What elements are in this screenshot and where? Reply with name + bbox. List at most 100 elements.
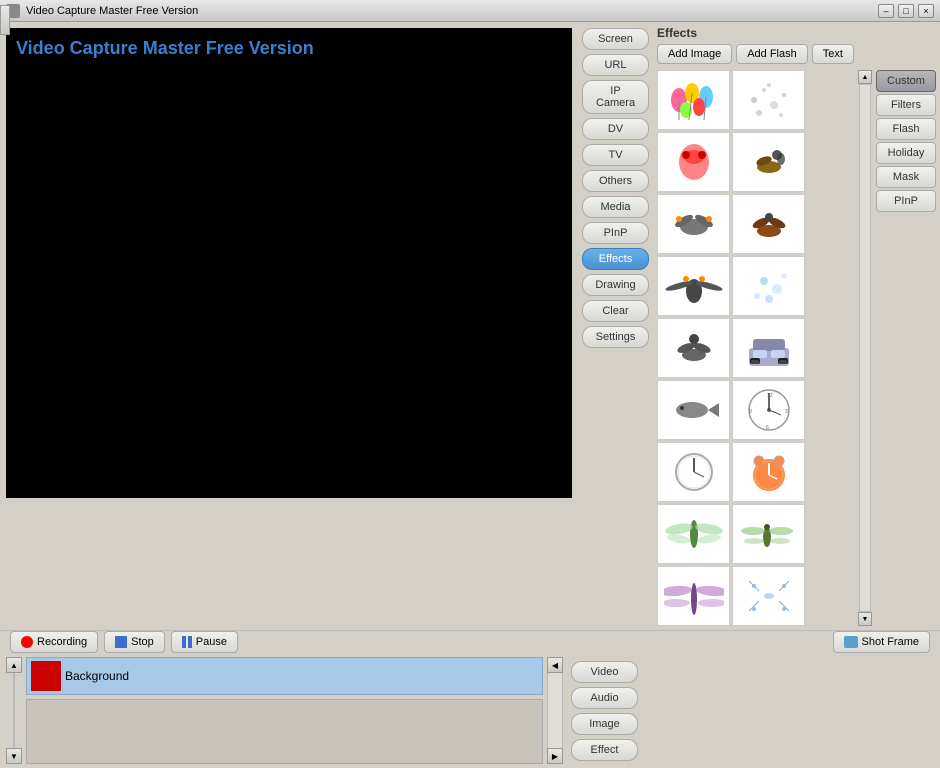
stop-label: Stop xyxy=(131,636,154,648)
thumb-cell-8-1[interactable] xyxy=(657,504,730,564)
video-overlay-title: Video Capture Master Free Version xyxy=(6,28,572,69)
timeline-area: ▲ ▼ Background ◀ ▶ xyxy=(0,653,940,768)
drawing-button[interactable]: Drawing xyxy=(582,274,649,296)
thumb-cell-5-1[interactable] xyxy=(657,318,730,378)
pause-button[interactable]: Pause xyxy=(171,631,238,653)
timeline-track-label: Background xyxy=(65,669,129,683)
effects-scrollbar[interactable]: ▲ ▼ xyxy=(858,70,872,626)
tv-button[interactable]: TV xyxy=(582,144,649,166)
pinp-button[interactable]: PInP xyxy=(582,222,649,244)
svg-text:6: 6 xyxy=(766,425,769,431)
scroll-down-arrow[interactable]: ▼ xyxy=(858,612,872,626)
timeline-track-thumb xyxy=(31,661,61,691)
effect-timeline-button[interactable]: Effect xyxy=(571,739,638,761)
stop-icon xyxy=(115,636,127,648)
custom-category-button[interactable]: Custom xyxy=(876,70,936,92)
video-preview: Video Capture Master Free Version xyxy=(6,28,572,498)
pause-icon xyxy=(182,636,192,648)
thumb-cell-2-2[interactable] xyxy=(732,132,805,192)
thumb-row-8 xyxy=(657,504,854,564)
scroll-up-arrow[interactable]: ▲ xyxy=(858,70,872,84)
ip-camera-button[interactable]: IP Camera xyxy=(582,80,649,114)
effects-button[interactable]: Effects xyxy=(582,248,649,270)
recording-button[interactable]: Recording xyxy=(10,631,98,653)
timeline-track-background[interactable]: Background xyxy=(26,657,543,695)
timeline-scroll-right-bottom[interactable]: ▶ xyxy=(547,748,563,764)
shot-frame-button[interactable]: Shot Frame xyxy=(833,631,930,653)
holiday-category-button[interactable]: Holiday xyxy=(876,142,936,164)
timeline-scroll-down[interactable]: ▼ xyxy=(6,748,22,764)
scroll-track[interactable] xyxy=(859,84,871,612)
thumb-cell-2-1[interactable] xyxy=(657,132,730,192)
mask-category-button[interactable]: Mask xyxy=(876,166,936,188)
top-section: Video Capture Master Free Version Screen… xyxy=(0,22,940,630)
window-controls: – □ × xyxy=(878,4,934,18)
thumb-cell-4-2[interactable] xyxy=(732,256,805,316)
add-image-button[interactable]: Add Image xyxy=(657,44,732,64)
timeline-scroll-track[interactable] xyxy=(13,673,15,748)
timeline-h-scroll-track[interactable] xyxy=(547,673,563,748)
thumb-row-4 xyxy=(657,256,854,316)
thumb-cell-6-1[interactable] xyxy=(657,380,730,440)
thumb-cell-9-1[interactable] xyxy=(657,566,730,626)
maximize-button[interactable]: □ xyxy=(898,4,914,18)
thumb-cell-7-1[interactable] xyxy=(657,442,730,502)
screen-button[interactable]: Screen xyxy=(582,28,649,50)
scroll-thumb[interactable] xyxy=(0,5,10,35)
app-container: Video Capture Master Free Version Screen… xyxy=(0,22,940,697)
timeline-buttons: Video Audio Image Effect xyxy=(567,657,642,764)
image-timeline-button[interactable]: Image xyxy=(571,713,638,735)
thumb-row-2 xyxy=(657,132,854,192)
dv-button[interactable]: DV xyxy=(582,118,649,140)
others-button[interactable]: Others xyxy=(582,170,649,192)
minimize-button[interactable]: – xyxy=(878,4,894,18)
thumb-cell-6-2[interactable]: 12 3 6 9 xyxy=(732,380,805,440)
thumb-cell-8-2[interactable] xyxy=(732,504,805,564)
text-button[interactable]: Text xyxy=(812,44,854,64)
settings-button[interactable]: Settings xyxy=(582,326,649,348)
shot-frame-icon xyxy=(844,636,858,648)
effects-main: 12 3 6 9 xyxy=(657,70,936,626)
thumbnails-grid: 12 3 6 9 xyxy=(657,70,854,626)
flash-category-button[interactable]: Flash xyxy=(876,118,936,140)
thumb-cell-5-2[interactable] xyxy=(732,318,805,378)
svg-text:12: 12 xyxy=(767,393,773,399)
url-button[interactable]: URL xyxy=(582,54,649,76)
timeline-left: ▲ ▼ Background ◀ ▶ xyxy=(6,657,563,764)
clear-button[interactable]: Clear xyxy=(582,300,649,322)
record-icon xyxy=(21,636,33,648)
thumb-cell-1-1[interactable] xyxy=(657,70,730,130)
timeline-h-scroll[interactable]: ◀ ▶ xyxy=(547,657,563,764)
timeline-v-scroll[interactable]: ▲ ▼ xyxy=(6,657,22,764)
titlebar: Video Capture Master Free Version – □ × xyxy=(0,0,940,22)
window-title: Video Capture Master Free Version xyxy=(26,5,878,17)
pinp-category-button[interactable]: PInP xyxy=(876,190,936,212)
thumb-cell-9-2[interactable] xyxy=(732,566,805,626)
shot-frame-label: Shot Frame xyxy=(862,636,919,648)
thumb-cell-3-2[interactable] xyxy=(732,194,805,254)
thumb-cell-4-1[interactable] xyxy=(657,256,730,316)
media-button[interactable]: Media xyxy=(582,196,649,218)
video-timeline-button[interactable]: Video xyxy=(571,661,638,683)
audio-timeline-button[interactable]: Audio xyxy=(571,687,638,709)
svg-text:3: 3 xyxy=(785,409,788,415)
recording-label: Recording xyxy=(37,636,87,648)
thumb-cell-7-2[interactable] xyxy=(732,442,805,502)
thumb-cell-3-1[interactable] xyxy=(657,194,730,254)
pause-label: Pause xyxy=(196,636,227,648)
thumb-row-9 xyxy=(657,566,854,626)
source-buttons-panel: Screen URL IP Camera DV TV Others Media … xyxy=(578,22,653,630)
effects-bottom-spacer xyxy=(646,657,934,764)
svg-text:9: 9 xyxy=(749,409,752,415)
add-flash-button[interactable]: Add Flash xyxy=(736,44,808,64)
stop-button[interactable]: Stop xyxy=(104,631,165,653)
thumb-cell-1-2[interactable] xyxy=(732,70,805,130)
thumb-row-6: 12 3 6 9 xyxy=(657,380,854,440)
timeline-scroll-up[interactable]: ▲ xyxy=(6,657,22,673)
thumb-row-5 xyxy=(657,318,854,378)
thumb-row-3 xyxy=(657,194,854,254)
close-button[interactable]: × xyxy=(918,4,934,18)
filters-category-button[interactable]: Filters xyxy=(876,94,936,116)
timeline-scroll-right-top[interactable]: ◀ xyxy=(547,657,563,673)
effects-header: Effects xyxy=(657,26,936,40)
